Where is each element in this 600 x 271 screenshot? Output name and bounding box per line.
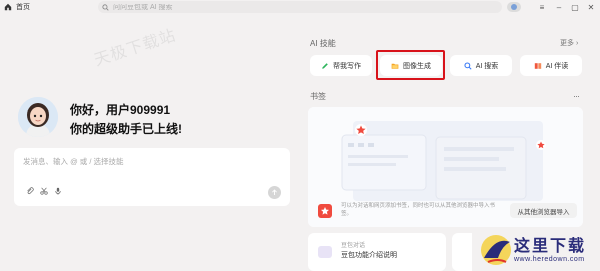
- home-tab-label: 首页: [16, 4, 30, 11]
- secondary-card[interactable]: [452, 233, 472, 271]
- bookmarks-title: 书签: [310, 92, 326, 101]
- import-bookmarks-button[interactable]: 从其他浏览器导入: [510, 203, 577, 218]
- close-icon[interactable]: ✕: [586, 2, 596, 12]
- microphone-icon[interactable]: [54, 187, 62, 195]
- skill-writing-button[interactable]: 帮我写作: [310, 55, 372, 76]
- skill-ai-search-button[interactable]: AI 搜索: [450, 55, 512, 76]
- greeting-subtitle: 你的超级助手已上线!: [70, 122, 182, 136]
- title-bar: 首页 ≡ – ▢ ✕: [0, 0, 600, 15]
- search-bar[interactable]: [98, 1, 502, 13]
- skill-label: AI 伴读: [545, 62, 569, 70]
- chat-input[interactable]: [23, 156, 273, 170]
- site-logo-text: 这里下载: [514, 236, 587, 255]
- scissors-icon[interactable]: [40, 187, 48, 195]
- more-options-icon[interactable]: ···: [573, 91, 580, 101]
- search-input[interactable]: [113, 3, 313, 11]
- assistant-avatar-icon: [18, 97, 58, 137]
- greeting-title: 你好，用户909991: [70, 103, 171, 117]
- bookmarks-hint-text: 可以为对话和网页添加书签，同时也可以从其他浏览器中导入书签。: [341, 203, 496, 217]
- send-button[interactable]: [268, 186, 281, 199]
- search-icon: [102, 3, 109, 11]
- menu-icon[interactable]: ≡: [537, 2, 547, 12]
- skill-ai-reading-button[interactable]: AI 伴读: [520, 55, 582, 76]
- home-tab[interactable]: 首页: [4, 2, 30, 12]
- ai-skills-title: AI 技能: [310, 39, 336, 48]
- skill-label: AI 搜索: [475, 62, 499, 70]
- avatar-icon: [511, 4, 517, 10]
- assistant-avatar: [18, 97, 58, 137]
- attachment-icon[interactable]: [26, 187, 34, 195]
- card-title: 豆包功能介绍说明: [341, 252, 397, 259]
- site-logo-url: www.heredown.com: [514, 256, 585, 263]
- pen-icon: [322, 62, 328, 69]
- book-icon: [534, 62, 541, 69]
- home-icon: [4, 3, 12, 11]
- chat-input-box[interactable]: [14, 148, 290, 206]
- chat-bubble-icon: [318, 246, 332, 258]
- user-avatar-button[interactable]: [507, 2, 521, 12]
- arrow-up-icon: [272, 189, 277, 195]
- minimize-icon[interactable]: –: [554, 2, 564, 12]
- search-icon: [464, 61, 472, 70]
- watermark-text: 天极下载站: [92, 27, 179, 70]
- card-subtitle: 豆包对话: [341, 243, 366, 249]
- more-skills-link[interactable]: 更多 ›: [560, 38, 578, 48]
- skill-label: 帮我写作: [333, 62, 361, 70]
- maximize-icon[interactable]: ▢: [570, 2, 580, 12]
- highlight-box: [376, 50, 445, 80]
- bookmark-star-icon: [318, 204, 332, 218]
